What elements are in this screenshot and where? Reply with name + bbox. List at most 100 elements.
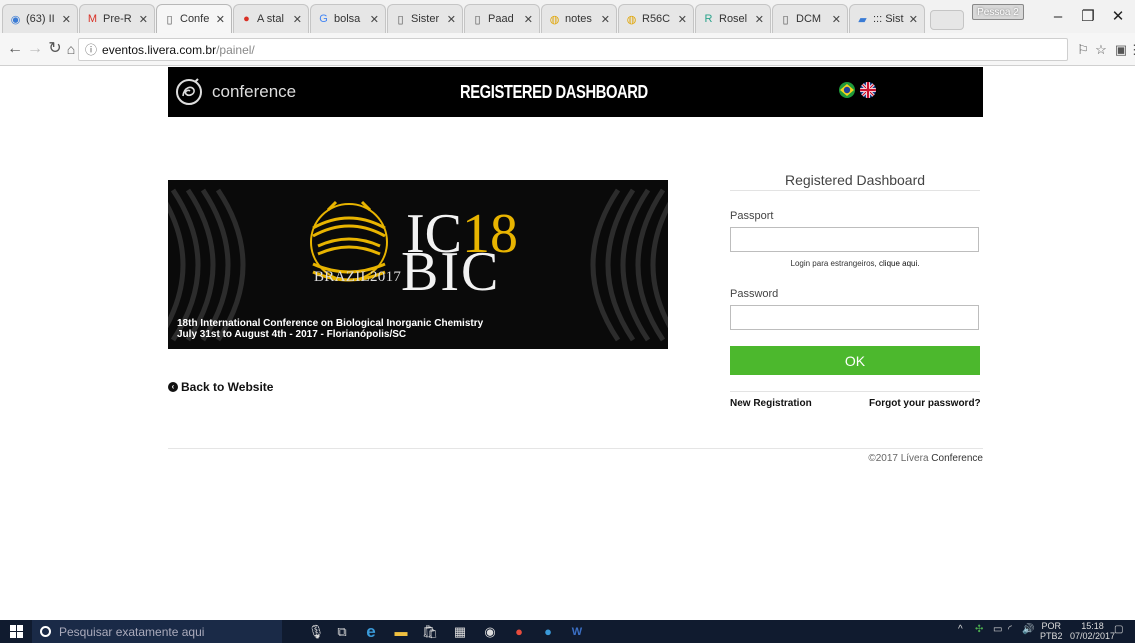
new-registration-link[interactable]: New Registration — [730, 398, 812, 409]
site-logo[interactable]: conference — [174, 77, 296, 107]
tray-network-app-icon[interactable]: ✣ — [975, 624, 983, 635]
translate-icon[interactable]: ⚐ — [1074, 41, 1092, 59]
tab-title: ::: Sist — [873, 13, 904, 25]
close-tab-icon[interactable]: ✕ — [832, 13, 841, 26]
uk-flag-icon[interactable] — [860, 82, 876, 98]
close-tab-icon[interactable]: ✕ — [909, 13, 918, 26]
page-icon: ▯ — [782, 13, 789, 26]
tab-title: R56C — [642, 13, 671, 25]
gmail-icon: M — [87, 13, 98, 25]
volume-icon[interactable]: 🔊 — [1022, 624, 1034, 635]
warning-icon: ● — [243, 13, 250, 25]
browser-tab[interactable]: ▯ DCM ✕ — [772, 4, 848, 33]
photos-app-icon[interactable]: ◉ — [480, 622, 500, 641]
footer-divider — [168, 448, 983, 449]
microphone-icon[interactable]: 🎙 — [306, 622, 326, 641]
close-tab-icon[interactable]: ✕ — [139, 13, 148, 26]
copyright: ©2017 Lívera Conference — [760, 453, 983, 464]
back-to-website-link[interactable]: ‹ Back to Website — [168, 380, 273, 394]
store-icon[interactable]: 🛍 — [420, 622, 440, 641]
file-explorer-icon[interactable]: ▬ — [391, 622, 411, 641]
site-header: conference REGISTERED DASHBOARD — [168, 67, 983, 117]
new-tab-button[interactable] — [930, 10, 964, 30]
cortana-icon — [40, 626, 51, 637]
tab-title: Paad — [488, 13, 514, 25]
calculator-icon[interactable]: ▦ — [450, 622, 470, 641]
close-tab-icon[interactable]: ✕ — [293, 13, 302, 26]
foreign-login-link[interactable]: clique aqui. — [879, 259, 919, 268]
close-tab-icon[interactable]: ✕ — [755, 13, 764, 26]
tab-title: Pre-R — [103, 13, 132, 25]
image-icon: ▰ — [858, 13, 867, 26]
taskbar-clock[interactable]: 15:18 07/02/2017 — [1070, 621, 1115, 641]
browser-tab[interactable]: ▯ Paad ✕ — [464, 4, 540, 33]
taskbar-search[interactable]: Pesquisar exatamente aqui — [32, 620, 282, 643]
edge-icon[interactable]: e — [361, 622, 381, 641]
windows-taskbar: Pesquisar exatamente aqui 🎙 ⧉ e ▬ 🛍 ▦ ◉ … — [0, 620, 1135, 643]
close-tab-icon[interactable]: ✕ — [678, 13, 687, 26]
task-view-icon[interactable]: ⧉ — [332, 622, 352, 641]
tab-title: Sister — [411, 13, 440, 25]
close-tab-icon[interactable]: ✕ — [447, 13, 456, 26]
chevron-left-icon: ‹ — [168, 382, 178, 392]
browser-tab[interactable]: ◍ notes ✕ — [541, 4, 617, 33]
browser-tab[interactable]: M Pre-R ✕ — [79, 4, 155, 33]
password-input[interactable] — [730, 305, 979, 330]
menu-dots-icon[interactable]: ⋮ — [1128, 41, 1135, 59]
windows-start-icon[interactable] — [10, 625, 23, 638]
forward-arrow-icon[interactable]: → — [26, 40, 44, 58]
back-arrow-icon[interactable]: ← — [6, 40, 24, 58]
browser-tab[interactable]: Gbolsa ✕ — [310, 4, 386, 33]
close-window-icon[interactable]: ✕ — [1103, 6, 1133, 28]
chrome-profile-icon[interactable]: ● — [538, 622, 558, 641]
globe-icon: ◉ — [10, 13, 21, 26]
notifications-icon[interactable]: ▢ — [1114, 624, 1123, 635]
battery-icon[interactable]: ▭ — [993, 624, 1002, 635]
info-icon[interactable]: ⓘ — [85, 41, 97, 58]
coin-icon: ◍ — [549, 13, 560, 26]
close-tab-icon[interactable]: ✕ — [601, 13, 610, 26]
close-tab-icon[interactable]: ✕ — [216, 13, 225, 26]
lang-bottom: PTB2 — [1040, 631, 1063, 641]
divider — [730, 391, 980, 392]
close-tab-icon[interactable]: ✕ — [524, 13, 533, 26]
lang-top: POR — [1041, 621, 1062, 631]
ok-button[interactable]: OK — [730, 346, 980, 375]
close-tab-icon[interactable]: ✕ — [370, 13, 379, 26]
address-bar[interactable]: ⓘ eventos.livera.com.br/painel/ — [78, 38, 1068, 61]
clock-date: 07/02/2017 — [1070, 631, 1116, 641]
banner-dates-location: July 31st to August 4th - 2017 - Florian… — [177, 329, 407, 340]
browser-tab[interactable]: ▯ Confe ✕ — [156, 4, 232, 33]
browser-tab[interactable]: ▯ Sister ✕ — [387, 4, 463, 33]
chrome-icon[interactable]: ● — [509, 622, 529, 641]
coin-icon: ◍ — [626, 13, 637, 26]
restore-icon[interactable]: ❐ — [1073, 6, 1103, 28]
word-icon[interactable]: W — [567, 622, 587, 641]
passport-input[interactable] — [730, 227, 979, 252]
tab-title: (63) II — [26, 13, 55, 25]
browser-tab[interactable]: ◍ R56C ✕ — [618, 4, 694, 33]
input-language[interactable]: POR PTB2 — [1040, 621, 1063, 641]
profile-button[interactable]: Pessoa 2 — [972, 4, 1024, 20]
taskbar-search-placeholder: Pesquisar exatamente aqui — [59, 624, 205, 639]
login-panel-title: Registered Dashboard — [784, 172, 926, 188]
browser-tab[interactable]: ● A stal ✕ — [233, 4, 309, 33]
browser-tab[interactable]: ◉ (63) II ✕ — [2, 4, 78, 33]
browser-tab[interactable]: R Rosel ✕ — [695, 4, 771, 33]
back-to-website-label: Back to Website — [181, 380, 274, 394]
wifi-icon[interactable]: ◜ — [1008, 624, 1012, 635]
forgot-password-link[interactable]: Forgot your password? — [869, 398, 981, 409]
close-tab-icon[interactable]: ✕ — [62, 13, 71, 26]
browser-tab[interactable]: ▰::: Sist ✕ — [849, 4, 925, 33]
page-icon: ▯ — [166, 13, 173, 26]
minimize-icon[interactable]: – — [1043, 6, 1073, 28]
browser-tabstrip: ◉ (63) II ✕ M Pre-R ✕ ▯ Confe ✕ ● A stal ✕ Gbolsa ✕ ▯ S… — [0, 0, 1135, 33]
copyright-text: ©2017 Lívera — [868, 453, 929, 464]
tab-title: notes — [565, 13, 592, 25]
foreign-login-hint: Login para estrangeiros, clique aqui. — [730, 259, 980, 268]
url-host: eventos.livera.com.br — [102, 42, 217, 57]
bookmark-star-icon[interactable]: ☆ — [1092, 41, 1110, 59]
researchgate-icon: R — [704, 13, 713, 25]
tray-chevron-icon[interactable]: ^ — [958, 624, 963, 635]
brazil-flag-icon[interactable] — [839, 82, 855, 98]
